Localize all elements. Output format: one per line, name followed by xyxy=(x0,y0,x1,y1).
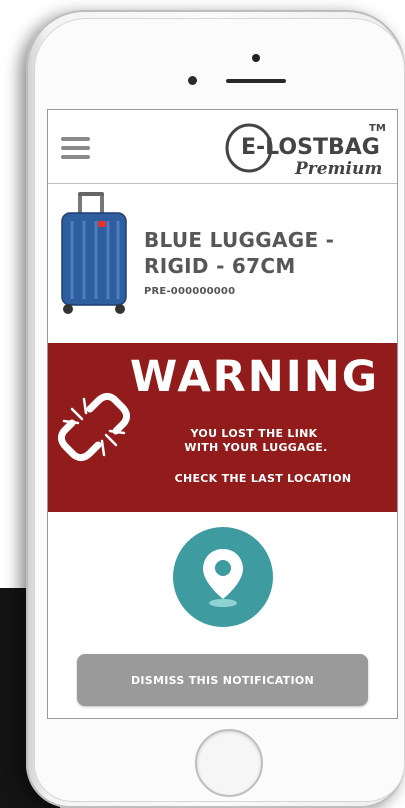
proximity-sensor xyxy=(188,76,197,85)
location-pin-icon xyxy=(203,549,243,607)
app-logo: E-LOSTBAG TM Premium xyxy=(225,123,386,179)
blue-suitcase-image xyxy=(61,192,127,314)
svg-text:TM: TM xyxy=(369,123,386,134)
product-name: BLUE LUGGAGE - RIGID - 67CM xyxy=(144,228,335,278)
front-camera xyxy=(252,54,260,62)
product-id: PRE-000000000 xyxy=(144,286,236,297)
broken-link-icon xyxy=(58,392,130,462)
warning-banner: WARNING YOU LOST THE LINK WITH YOUR LUGG… xyxy=(48,343,397,512)
svg-text:Premium: Premium xyxy=(294,159,382,179)
dismiss-notification-button[interactable]: DISMISS THIS NOTIFICATION xyxy=(77,654,368,706)
warning-message-line1: YOU LOST THE LINK xyxy=(190,427,318,440)
app-screen: E-LOSTBAG TM Premium BLUE LUGGAGE - RIGI… xyxy=(47,109,398,719)
product-card[interactable]: BLUE LUGGAGE - RIGID - 67CM PRE-00000000… xyxy=(48,185,397,325)
svg-text:E-LOSTBAG: E-LOSTBAG xyxy=(241,135,380,160)
warning-instruction: CHECK THE LAST LOCATION xyxy=(174,472,352,485)
hamburger-menu-icon[interactable] xyxy=(61,137,90,159)
home-button[interactable] xyxy=(195,729,263,797)
last-location-button[interactable] xyxy=(173,527,273,627)
warning-message-line2: WITH YOUR LUGGAGE. xyxy=(184,441,328,454)
warning-title: WARNING xyxy=(129,352,379,402)
earpiece-speaker xyxy=(226,79,286,83)
app-header: E-LOSTBAG TM Premium xyxy=(48,110,397,184)
